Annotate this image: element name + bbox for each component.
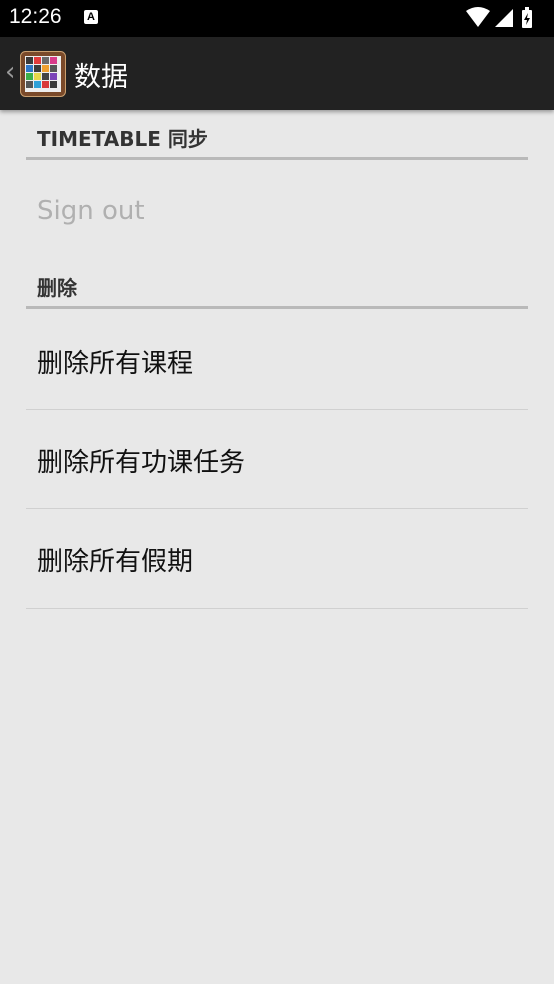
battery-icon [522,7,532,28]
action-bar: ‹ 数据 [0,37,554,110]
sign-out-label: Sign out [37,196,145,226]
section-header-delete-label: 删除 [37,276,77,300]
delete-all-homework-pref[interactable]: 删除所有功课任务 [26,410,528,509]
status-time: 12:26 [9,5,62,28]
app-icon[interactable] [20,51,66,97]
section-header-sync-label: TIMETABLE 同步 [37,127,208,151]
delete-all-homework-label: 删除所有功课任务 [37,448,246,478]
sign-out-pref[interactable]: Sign out [26,162,528,261]
section-header-delete: 删除 [26,262,528,309]
screen-title: 数据 [74,62,128,93]
delete-all-courses-pref[interactable]: 删除所有课程 [26,310,528,409]
delete-all-holidays-label: 删除所有假期 [37,547,194,577]
signal-icon [495,9,513,27]
delete-all-holidays-pref[interactable]: 删除所有假期 [26,509,528,608]
system-icons [466,7,532,28]
status-bar: 12:26 A [0,0,554,37]
wifi-icon [466,7,490,27]
divider [26,608,528,609]
section-header-sync: TIMETABLE 同步 [26,112,528,160]
back-chevron-icon[interactable]: ‹ [5,57,15,87]
delete-all-courses-label: 删除所有课程 [37,349,194,379]
notification-icon: A [84,10,98,24]
